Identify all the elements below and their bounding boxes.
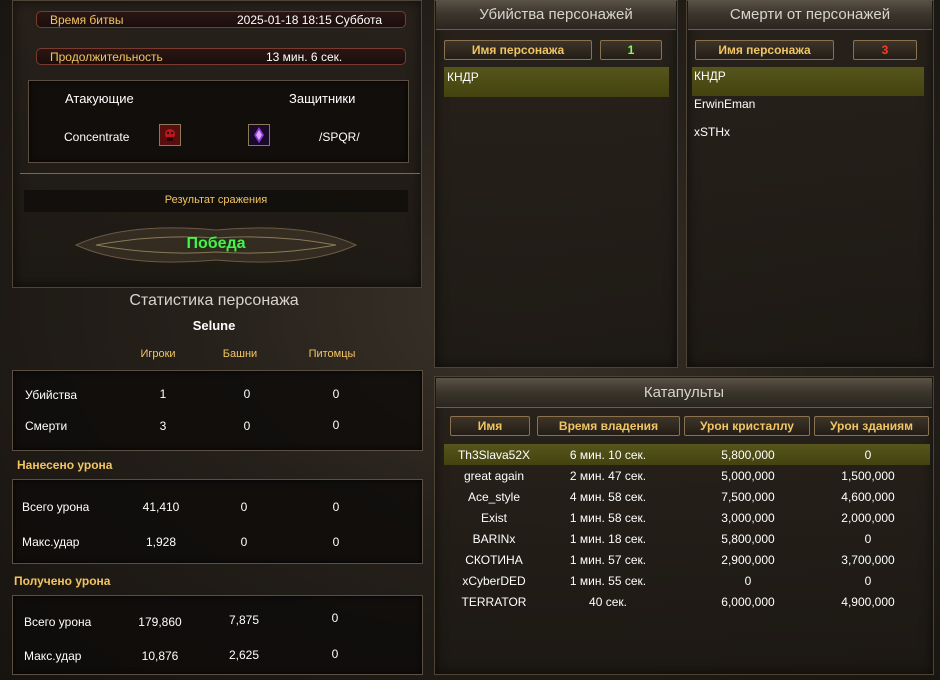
dealt-total-label: Всего урона: [22, 500, 90, 514]
catapults-col-buildings[interactable]: Урон зданиям: [814, 416, 929, 436]
kills-col-name[interactable]: Имя персонажа: [444, 40, 592, 60]
taken-total-towers: 7,875: [228, 613, 260, 627]
deaths-row-name[interactable]: xSTHx: [694, 125, 730, 139]
battle-time-value: 2025-01-18 18:15 Суббота: [237, 13, 383, 27]
kills-label: Убийства: [25, 388, 78, 402]
damage-taken-box: [12, 595, 423, 675]
catapult-name: xCyberDED: [462, 574, 526, 588]
catapult-buildings: 4,900,000: [841, 595, 895, 609]
catapult-name: СКОТИНА: [465, 553, 523, 567]
catapult-crystal: 3,000,000: [721, 511, 775, 525]
catapult-crystal: 2,900,000: [721, 553, 775, 567]
dealt-max-label: Макс.удар: [22, 535, 80, 549]
deaths-players: 3: [159, 419, 167, 433]
catapult-buildings: 0: [864, 532, 872, 546]
deaths-row-selected[interactable]: [692, 67, 924, 96]
result-value: Победа: [186, 235, 246, 252]
catapult-crystal: 0: [744, 574, 752, 588]
catapult-time: 40 сек.: [589, 595, 627, 609]
catapult-name: great again: [463, 469, 525, 483]
kills-count: 1: [600, 40, 662, 60]
catapult-crystal: 6,000,000: [721, 595, 775, 609]
col-players: Игроки: [140, 348, 176, 360]
red-skull-emblem-icon: [159, 124, 181, 146]
attackers-label: Атакующие: [65, 91, 134, 106]
catapult-crystal: 5,800,000: [721, 532, 775, 546]
kills-players: 1: [159, 387, 167, 401]
catapult-crystal: 7,500,000: [721, 490, 775, 504]
catapult-buildings: 0: [864, 574, 872, 588]
catapult-crystal: 5,000,000: [721, 469, 775, 483]
taken-max-towers: 2,625: [228, 648, 260, 662]
attacker-name: Concentrate: [64, 130, 130, 144]
char-stats-title: Статистика персонажа: [129, 292, 299, 309]
defender-name: /SPQR/: [319, 130, 360, 144]
dealt-max-players: 1,928: [145, 535, 177, 549]
deaths-row-name[interactable]: ErwinEman: [694, 97, 755, 111]
catapult-buildings: 0: [864, 448, 872, 462]
col-towers: Башни: [222, 348, 258, 360]
deaths-row-name: КНДР: [694, 69, 726, 83]
taken-total-pets: 0: [331, 611, 339, 625]
dealt-total-pets: 0: [332, 500, 340, 514]
catapult-crystal: 5,800,000: [721, 448, 775, 462]
deaths-pets: 0: [332, 418, 340, 432]
separator-line: [20, 173, 420, 174]
damage-taken-title: Получено урона: [14, 574, 111, 588]
dealt-total-players: 41,410: [142, 500, 180, 514]
deaths-col-name[interactable]: Имя персонажа: [695, 40, 834, 60]
battle-duration-value: 13 мин. 6 сек.: [266, 50, 343, 64]
kills-panel-title: Убийства персонажей: [436, 0, 676, 30]
battle-time-label: Время битвы: [50, 13, 124, 27]
char-name: Selune: [192, 318, 236, 333]
catapult-buildings: 1,500,000: [841, 469, 895, 483]
catapults-col-crystal[interactable]: Урон кристаллу: [684, 416, 810, 436]
catapult-time: 1 мин. 55 сек.: [569, 574, 647, 588]
col-pets: Питомцы: [308, 348, 356, 360]
dealt-max-towers: 0: [240, 535, 248, 549]
kills-towers: 0: [243, 387, 251, 401]
catapult-time: 4 мин. 58 сек.: [569, 490, 647, 504]
taken-max-label: Макс.удар: [24, 649, 82, 663]
deaths-label: Смерти: [25, 419, 68, 433]
deaths-count: 3: [853, 40, 917, 60]
deaths-panel-title: Смерти от персонажей: [688, 0, 932, 30]
taken-total-players: 179,860: [138, 615, 182, 629]
catapult-time: 2 мин. 47 сек.: [569, 469, 647, 483]
battle-duration-label: Продолжительность: [50, 50, 163, 64]
dealt-max-pets: 0: [332, 535, 340, 549]
catapult-time: 1 мин. 57 сек.: [569, 553, 647, 567]
catapult-buildings: 4,600,000: [841, 490, 895, 504]
catapult-name: Ace_style: [467, 490, 521, 504]
catapult-name: BARINx: [472, 532, 516, 546]
catapults-col-time[interactable]: Время владения: [537, 416, 680, 436]
taken-max-pets: 0: [331, 647, 339, 661]
damage-dealt-box: [12, 479, 423, 564]
catapults-title: Катапульты: [436, 378, 932, 408]
kills-pets: 0: [332, 387, 340, 401]
catapult-name: Th3Slava52X: [457, 448, 531, 462]
catapult-buildings: 3,700,000: [841, 553, 895, 567]
catapult-name: TERRATOR: [461, 595, 527, 609]
dealt-total-towers: 0: [240, 500, 248, 514]
catapult-buildings: 2,000,000: [841, 511, 895, 525]
result-label: Результат сражения: [164, 194, 268, 206]
catapult-name: Exist: [480, 511, 507, 525]
purple-crystal-emblem-icon: [248, 124, 270, 146]
catapult-time: 6 мин. 10 сек.: [569, 448, 647, 462]
catapult-time: 1 мин. 18 сек.: [569, 532, 647, 546]
deaths-towers: 0: [243, 419, 251, 433]
defenders-label: Защитники: [289, 91, 356, 106]
kills-row-name: КНДР: [447, 70, 479, 84]
kd-stats-box: [12, 370, 423, 451]
taken-max-players: 10,876: [141, 649, 179, 663]
taken-total-label: Всего урона: [24, 615, 92, 629]
catapult-time: 1 мин. 58 сек.: [569, 511, 647, 525]
catapults-col-name[interactable]: Имя: [450, 416, 530, 436]
damage-dealt-title: Нанесено урона: [17, 458, 113, 472]
